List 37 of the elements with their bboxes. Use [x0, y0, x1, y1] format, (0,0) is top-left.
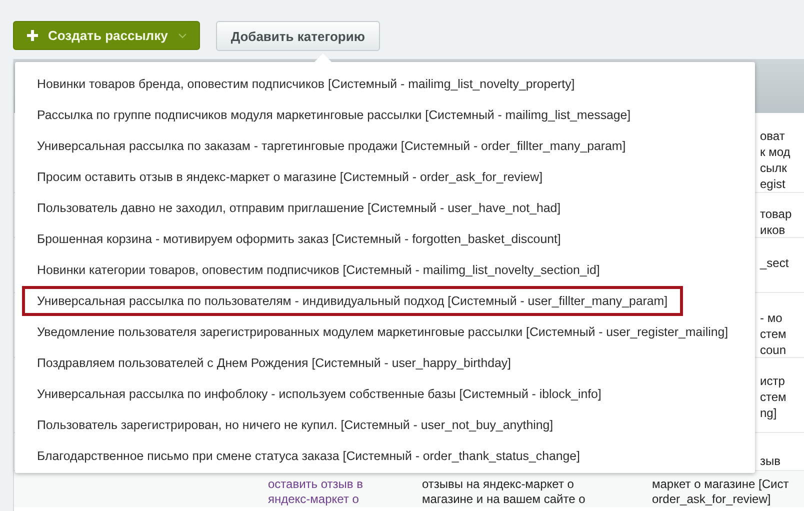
table-cell-text: товар — [760, 206, 793, 222]
add-category-button[interactable]: Добавить категорию — [216, 21, 380, 51]
table-cell-text: стем — [760, 326, 788, 342]
table-cell-text: магазине и на вашем сайте о — [422, 492, 586, 507]
table-cell-text: истр — [760, 373, 786, 389]
table-cell-text: стем — [760, 389, 788, 405]
table-cell-text: отзывы на яндекс-маркет о — [422, 477, 575, 492]
table-link[interactable]: оставить отзыв в — [268, 477, 422, 492]
menu-item[interactable]: Рассылка по группе подписчиков модуля маркетинговые рассылки [Системный - mailimg_list_message] — [22, 100, 646, 130]
caret-icon — [178, 32, 187, 38]
menu-item[interactable]: Универсальная рассылка по пользователям - индивидуальный подход [Системный - user_fillter_many_param] — [22, 286, 683, 316]
table-cell-text: зыв — [760, 453, 782, 469]
table-cell-text: иков — [760, 222, 786, 238]
menu-item[interactable]: Благодарственное письмо при смене статуса заказа [Системный - order_thank_status_change] — [22, 440, 595, 470]
menu-item[interactable]: Просим оставить отзыв в яндекс-маркет о магазине [Системный - order_ask_for_review] — [22, 162, 558, 192]
menu-item[interactable]: Брошенная корзина - мотивируем оформить заказ [Системный - forgotten_basket_discount] — [22, 224, 576, 254]
create-mailing-button[interactable]: Создать рассылку — [13, 21, 200, 50]
menu-item[interactable]: Пользователь давно не заходил, отправим приглашение [Системный - user_have_not_had] — [22, 192, 576, 222]
menu-item[interactable]: Новинки товаров бренда, оповестим подписчиков [Системный - mailimg_list_novelty_property] — [22, 68, 590, 98]
plus-icon — [27, 30, 38, 41]
table-cell-text: - мо — [760, 310, 784, 326]
table-cell-text: ng] — [760, 405, 778, 421]
table-link[interactable]: яндекс-маркет о — [268, 492, 422, 507]
menu-item[interactable]: Пользователь зарегистрирован, но ничего не купил. [Системный - user_not_buy_anything] — [22, 410, 568, 440]
table-cell-text: маркет о магазине [Сист — [652, 477, 790, 492]
menu-item[interactable]: Уведомление пользователя зарегистрированных модулем маркетинговые рассылки [Системный - user_register_mailing] — [22, 316, 744, 346]
menu-item[interactable]: Универсальная рассылка по заказам - таргетинговые продажи [Системный - order_fillter_many_param] — [22, 130, 641, 160]
table-cell-text: coun — [760, 342, 788, 358]
table-cell-text: оват — [760, 128, 786, 144]
table-cell-text: сылк — [760, 160, 788, 176]
table-cell-text: egist — [760, 176, 786, 192]
table-cell-text: order_ask_for_review] — [652, 492, 772, 507]
menu-item[interactable]: Новинки категории товаров, оповестим подписчиков [Системный - mailimg_list_novelty_section_id] — [22, 254, 615, 284]
table-cell-text: _sect — [760, 255, 790, 271]
menu-item[interactable]: Поздравляем пользователей с Днем Рождения [Системный - user_happy_birthday] — [22, 348, 526, 378]
menu-item[interactable]: Универсальная рассылка по инфоблоку - используем собственные базы [Системный - iblock_info] — [22, 378, 616, 408]
table-cell-text: к мод — [760, 144, 792, 160]
